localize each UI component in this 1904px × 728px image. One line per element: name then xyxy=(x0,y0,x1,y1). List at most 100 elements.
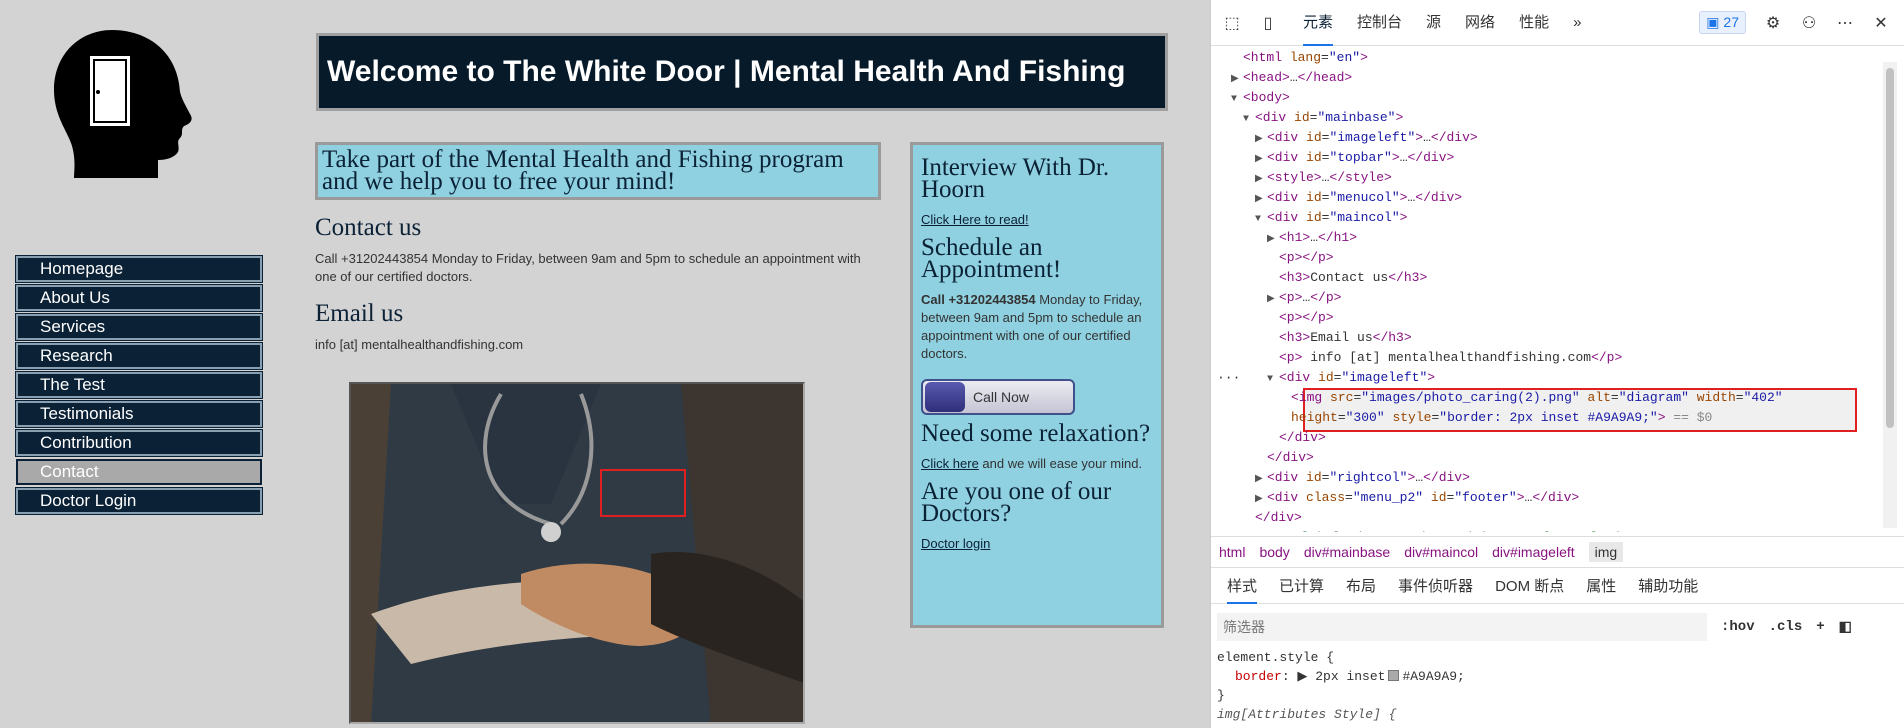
dom-node-line[interactable]: <p></p> xyxy=(1211,308,1891,328)
menu-item-testimonials[interactable]: Testimonials xyxy=(16,401,262,427)
devtools-toolbar: ⬚ ▯ 元素 控制台源网络 性能 » ▣ 27 ⚙ ⚇ ⋯ ✕ xyxy=(1211,0,1904,46)
devtools-tabs: 元素 控制台源网络 性能 xyxy=(1291,0,1561,46)
color-swatch[interactable] xyxy=(1388,670,1400,681)
styles-panel-tabs: 样式 已计算 布局 事件侦听器 DOM 断点 属性 辅助功能 xyxy=(1211,570,1904,604)
page-banner-title: Welcome to The White Door | Mental Healt… xyxy=(316,33,1168,111)
email-heading: Email us xyxy=(315,300,404,327)
dom-node-line[interactable]: height="300" style="border: 2px inset #A… xyxy=(1211,408,1891,428)
hov-toggle[interactable]: :hov xyxy=(1721,619,1755,635)
dom-node-line[interactable]: ▶ <div class="menu_p2" id="footer">…</div… xyxy=(1211,488,1891,508)
styles-rules: element.style { border: ▶ 2px inset #A9A9… xyxy=(1217,648,1897,724)
dom-node-line[interactable]: ▼ <div id="maincol"> xyxy=(1211,208,1891,228)
relax-link[interactable]: Click here xyxy=(921,456,979,471)
devtools-panel: ⬚ ▯ 元素 控制台源网络 性能 » ▣ 27 ⚙ ⚇ ⋯ ✕ <html lang… xyxy=(1210,0,1904,728)
dom-node-line[interactable]: <h3>Email us</h3> xyxy=(1211,328,1891,348)
dom-node-line[interactable]: ▶ <head>…</head> xyxy=(1211,68,1891,88)
dom-node-line[interactable]: <h3>Contact us</h3> xyxy=(1211,268,1891,288)
caring-photo xyxy=(349,382,805,724)
menu-item-research[interactable]: Research xyxy=(16,343,262,369)
dom-node-line[interactable]: ▼ <body> xyxy=(1211,88,1891,108)
devtools-tab-1[interactable]: 控制台 xyxy=(1357,0,1402,46)
styles-filter-row: :hov .cls + ◧ xyxy=(1217,612,1897,642)
styles-panel-tab-0[interactable]: 样式 xyxy=(1227,570,1258,604)
interview-link[interactable]: Click Here to read! xyxy=(921,212,1029,227)
dom-breadcrumbs: html body div#mainbase div#maincol div#image… xyxy=(1211,536,1904,568)
schedule-phone: Call +31202443854 xyxy=(921,292,1036,307)
breadcrumb-item[interactable]: body xyxy=(1259,544,1289,560)
styles-panel-tab-6[interactable]: 辅助功能 xyxy=(1638,570,1698,604)
contact-heading: Contact us xyxy=(315,214,422,241)
devtools-tab-0[interactable]: 元素 xyxy=(1303,0,1334,46)
device-toolbar-icon[interactable]: ▯ xyxy=(1255,10,1281,36)
dom-node-line[interactable]: <html lang="en"> xyxy=(1211,48,1891,68)
dom-node-line[interactable]: ▶ <style>…</style> xyxy=(1211,168,1891,188)
menu-item-contact[interactable]: Contact xyxy=(16,459,262,485)
right-column: Interview With Dr. Hoorn Click Here to r… xyxy=(910,142,1164,628)
relax-text-body: and we will ease your mind. xyxy=(978,456,1143,471)
dom-scrollbar[interactable] xyxy=(1883,62,1897,528)
dom-node-line[interactable]: ▶ <div id="imageleft">…</div> xyxy=(1211,128,1891,148)
page-viewport: Homepage About Us Services Research The Test… xyxy=(0,0,1210,728)
menu-item-doctor-login[interactable]: Doctor Login xyxy=(16,488,262,514)
cls-toggle[interactable]: .cls xyxy=(1769,619,1803,635)
dom-node-line[interactable]: <p> info [at] mentalhealthandfishing.com… xyxy=(1211,348,1891,368)
menu-item-about-us[interactable]: About Us xyxy=(16,285,262,311)
dom-scrollbar-thumb[interactable] xyxy=(1886,68,1894,428)
intro-box: Take part of the Mental Health and Fishi… xyxy=(315,142,881,200)
main-menu: Homepage About Us Services Research The Test… xyxy=(16,256,262,517)
interview-heading: Interview With Dr. Hoorn xyxy=(921,154,1110,203)
close-icon[interactable]: ✕ xyxy=(1868,10,1894,36)
new-rule-icon[interactable]: + xyxy=(1816,619,1824,635)
styles-panel-tab-1[interactable]: 已计算 xyxy=(1279,570,1324,604)
main-column: Take part of the Mental Health and Fishi… xyxy=(315,142,885,354)
issues-count: 27 xyxy=(1723,14,1739,30)
dom-node-line[interactable]: ▶ <h1>…</h1> xyxy=(1211,228,1891,248)
styles-panel-tab-3[interactable]: 事件侦听器 xyxy=(1398,570,1473,604)
devtools-tab-4[interactable]: 性能 xyxy=(1519,0,1549,46)
menu-item-services[interactable]: Services xyxy=(16,314,262,340)
dom-node-line[interactable]: </div> xyxy=(1211,508,1891,528)
dom-node-line[interactable]: </div> xyxy=(1211,428,1891,448)
dom-node-line[interactable]: ▼ <div id="mainbase"> xyxy=(1211,108,1891,128)
node-options-icon[interactable]: ··· xyxy=(1217,368,1240,388)
dom-node-line[interactable]: <!-- Global site tag (gtag.js) - Google … xyxy=(1211,528,1891,532)
style-declaration[interactable]: border: ▶ 2px inset #A9A9A9; xyxy=(1217,667,1897,686)
more-options-icon[interactable]: ⋯ xyxy=(1832,10,1858,36)
dom-tree: <html lang="en"> ▶ <head>…</head> ▼ <body> ▼ <… xyxy=(1211,46,1891,532)
schedule-text: Call +31202443854 Monday to Friday, betw… xyxy=(921,291,1153,363)
phone-icon xyxy=(925,382,965,412)
menu-item-contribution[interactable]: Contribution xyxy=(16,430,262,456)
style-property: border xyxy=(1235,669,1282,684)
call-now-button[interactable]: Call Now xyxy=(921,379,1075,415)
menu-item-the-test[interactable]: The Test xyxy=(16,372,262,398)
settings-gear-icon[interactable]: ⚙ xyxy=(1760,10,1786,36)
breadcrumb-item[interactable]: img xyxy=(1588,542,1624,562)
dom-node-line[interactable]: ▶ <p>…</p> xyxy=(1211,288,1891,308)
breadcrumb-item[interactable]: div#imageleft xyxy=(1492,544,1575,560)
dom-node-line[interactable]: ▶ <div id="menucol">…</div> xyxy=(1211,188,1891,208)
dom-node-line[interactable]: ▼ <div id="imageleft"> xyxy=(1211,368,1891,388)
schedule-heading: Schedule an Appointment! xyxy=(921,234,1062,283)
devtools-tab-2[interactable]: 源 xyxy=(1426,0,1441,46)
dom-node-line[interactable]: </div> xyxy=(1211,448,1891,468)
styles-panel-tab-5[interactable]: 属性 xyxy=(1586,570,1616,604)
issues-badge[interactable]: ▣ 27 xyxy=(1699,11,1746,34)
dom-node-line[interactable]: <img src="images/photo_caring(2).png" al… xyxy=(1211,388,1891,408)
styles-panel-tab-4[interactable]: DOM 断点 xyxy=(1495,570,1564,604)
breadcrumb-item[interactable]: html xyxy=(1219,544,1245,560)
devtools-tab-3[interactable]: 网络 xyxy=(1465,0,1495,46)
dom-node-line[interactable]: ▶ <div id="topbar">…</div> xyxy=(1211,148,1891,168)
styles-panel-tab-2[interactable]: 布局 xyxy=(1346,570,1376,604)
toggle-sidebar-icon[interactable]: ◧ xyxy=(1839,619,1852,636)
dom-node-line[interactable]: ▶ <div id="rightcol">…</div> xyxy=(1211,468,1891,488)
breadcrumb-item[interactable]: div#mainbase xyxy=(1304,544,1390,560)
styles-filter-input[interactable] xyxy=(1217,613,1707,641)
dom-node-line[interactable]: <p></p> xyxy=(1211,248,1891,268)
menu-item-homepage[interactable]: Homepage xyxy=(16,256,262,282)
more-tabs-icon[interactable]: » xyxy=(1573,0,1581,46)
doctor-login-link[interactable]: Doctor login xyxy=(921,536,990,551)
breadcrumb-item[interactable]: div#maincol xyxy=(1404,544,1478,560)
customize-icon[interactable]: ⚇ xyxy=(1796,10,1822,36)
email-text: info [at] mentalhealthandfishing.com xyxy=(315,337,524,352)
inspect-element-icon[interactable]: ⬚ xyxy=(1219,10,1245,36)
